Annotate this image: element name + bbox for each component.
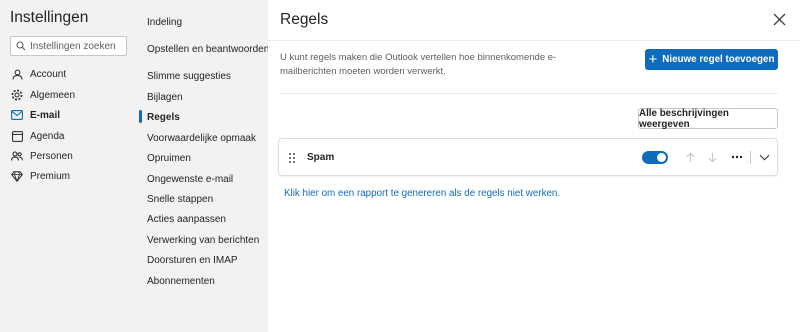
toggle-knob — [657, 153, 666, 162]
arrow-up-icon — [685, 152, 695, 162]
add-rule-button[interactable]: + Nieuwe regel toevoegen — [645, 49, 778, 70]
calendar-icon — [11, 130, 23, 142]
report-link[interactable]: Klik hier om een rapport te genereren al… — [284, 188, 560, 199]
category-label: Account — [30, 68, 67, 80]
settings-sidebar: Instellingen Account Algemeen E-mail Age… — [0, 0, 137, 332]
category-label: E-mail — [30, 109, 61, 121]
subnav-voorwaardelijke-opmaak[interactable]: Voorwaardelijke opmaak — [147, 129, 256, 147]
search-icon — [16, 41, 26, 51]
rules-panel: Regels U kunt regels maken die Outlook v… — [268, 0, 800, 332]
add-rule-label: Nieuwe regel toevoegen — [662, 54, 775, 65]
header-divider — [268, 40, 800, 41]
close-icon — [773, 13, 785, 25]
settings-title: Instellingen — [10, 9, 89, 26]
person-icon — [11, 68, 23, 80]
category-algemeen[interactable]: Algemeen — [0, 85, 137, 105]
page-title: Regels — [280, 11, 329, 28]
move-up-button[interactable] — [683, 150, 697, 164]
expand-rule-button[interactable] — [757, 150, 771, 164]
subnav-opruimen[interactable]: Opruimen — [147, 149, 191, 167]
subnav-bijlagen[interactable]: Bijlagen — [147, 88, 183, 106]
plus-icon: + — [648, 51, 658, 68]
more-icon — [731, 155, 743, 159]
subnav-snelle-stappen[interactable]: Snelle stappen — [147, 190, 213, 208]
subnav-regels[interactable]: Regels — [147, 108, 180, 126]
subnav-verwerking[interactable]: Verwerking van berichten — [147, 231, 259, 249]
rule-enabled-toggle[interactable] — [642, 151, 668, 164]
category-account[interactable]: Account — [0, 64, 137, 84]
chevron-down-icon — [759, 154, 769, 160]
category-email[interactable]: E-mail — [0, 105, 137, 125]
category-label: Premium — [30, 170, 71, 182]
category-label: Personen — [30, 150, 73, 162]
category-label: Agenda — [30, 130, 65, 142]
category-premium[interactable]: Premium — [0, 166, 137, 186]
drag-handle-icon[interactable] — [288, 151, 296, 163]
more-options-button[interactable] — [730, 150, 744, 164]
category-agenda[interactable]: Agenda — [0, 126, 137, 146]
rule-item[interactable]: Spam — [278, 138, 778, 176]
subnav-ongewenste-email[interactable]: Ongewenste e-mail — [147, 170, 233, 188]
subnav-indeling[interactable]: Indeling — [147, 13, 182, 31]
people-icon — [11, 150, 23, 162]
subnav-acties-aanpassen[interactable]: Acties aanpassen — [147, 210, 226, 228]
active-indicator — [139, 110, 142, 123]
email-subnav: Indeling Opstellen en beantwoorden Slimm… — [137, 0, 269, 332]
rules-description: U kunt regels maken die Outlook vertelle… — [280, 52, 557, 77]
subnav-abonnementen[interactable]: Abonnementen — [147, 272, 215, 290]
close-button[interactable] — [770, 10, 788, 28]
move-down-button[interactable] — [705, 150, 719, 164]
action-separator — [750, 151, 751, 164]
section-divider — [280, 93, 778, 94]
subnav-slimme-suggesties[interactable]: Slimme suggesties — [147, 67, 231, 85]
gear-icon — [11, 89, 23, 101]
show-all-descriptions-button[interactable]: Alle beschrijvingen weergeven — [638, 108, 778, 130]
subnav-doorsturen[interactable]: Doorsturen en IMAP — [147, 251, 238, 269]
category-label: Algemeen — [30, 89, 76, 101]
diamond-icon — [11, 170, 23, 182]
arrow-down-icon — [707, 152, 717, 162]
subnav-opstellen[interactable]: Opstellen en beantwoorden — [147, 40, 269, 58]
category-personen[interactable]: Personen — [0, 146, 137, 166]
rule-name: Spam — [307, 152, 335, 163]
mail-icon — [11, 109, 23, 121]
settings-search[interactable] — [10, 36, 127, 56]
search-input[interactable] — [30, 40, 125, 52]
